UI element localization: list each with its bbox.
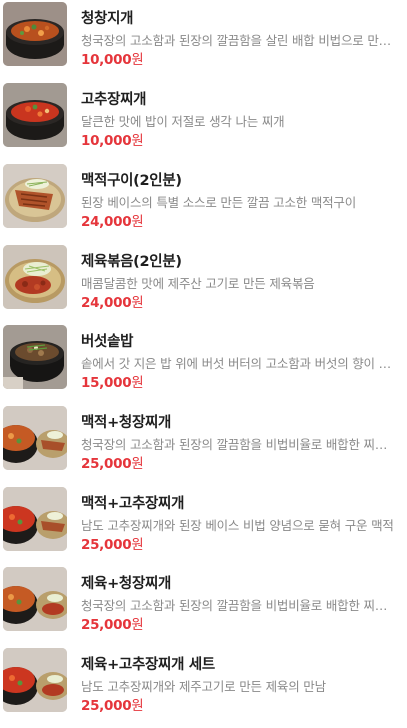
menu-item-cheongjang-jjigae[interactable]: 청창지개 청국장의 고소함과 된장의 깔끔함을 살린 배합 비법으로 만든 찌개… xyxy=(0,2,407,82)
menu-list: 청창지개 청국장의 고소함과 된장의 깔끔함을 살린 배합 비법으로 만든 찌개… xyxy=(0,0,407,715)
set-meal-image xyxy=(3,406,67,470)
menu-item-description: 솥에서 갓 지은 밥 위에 버섯 버터의 고소함과 버섯의 향이 어우러진 솥밥 xyxy=(81,356,397,371)
menu-item-description: 청국장의 고소함과 된장의 깔끔함을 비법비율로 배합한 찌개와 맥적 xyxy=(81,437,397,452)
menu-item-description: 청국장의 고소함과 된장의 깔끔함을 비법비율로 배합한 찌개와 제육 xyxy=(81,598,397,613)
menu-item-name: 버섯솥밥 xyxy=(81,334,134,350)
set-meal-image xyxy=(3,487,67,551)
menu-item-price: 25,000원 xyxy=(81,617,144,633)
menu-item-beoseot-sotbap[interactable]: 버섯솥밥 솥에서 갓 지은 밥 위에 버섯 버터의 고소함과 버섯의 향이 어우… xyxy=(0,325,407,405)
menu-item-price: 25,000원 xyxy=(81,537,144,553)
menu-item-jeyuk-gochujang-set[interactable]: 제육+고추장찌개 세트 남도 고추장찌개와 제주고기로 만든 제육의 만남 25… xyxy=(0,648,407,728)
menu-item-price: 25,000원 xyxy=(81,698,144,714)
menu-item-description: 남도 고추장찌개와 제주고기로 만든 제육의 만남 xyxy=(81,679,326,694)
spicy-pork-plate-image xyxy=(3,245,67,309)
menu-item-description: 매콤달콤한 맛에 제주산 고기로 만든 제육볶음 xyxy=(81,276,315,291)
menu-item-gochujang-jjigae[interactable]: 고추장찌개 달큰한 맛에 밥이 저절로 생각 나는 찌개 10,000원 xyxy=(0,83,407,163)
stew-bowl-image xyxy=(3,2,67,66)
menu-item-description: 청국장의 고소함과 된장의 깔끔함을 살린 배합 비법으로 만든 찌개 xyxy=(81,33,397,48)
menu-item-description: 된장 베이스의 특별 소스로 만든 깔끔 고소한 맥적구이 xyxy=(81,195,357,210)
menu-item-name: 청창지개 xyxy=(81,11,134,27)
menu-item-maekjeok-gui[interactable]: 맥적구이(2인분) 된장 베이스의 특별 소스로 만든 깔끔 고소한 맥적구이 … xyxy=(0,164,407,244)
stew-bowl-image xyxy=(3,83,67,147)
menu-item-maekjeok-cheongjang-set[interactable]: 맥적+청장찌개 청국장의 고소함과 된장의 깔끔함을 비법비율로 배합한 찌개와… xyxy=(0,406,407,486)
menu-item-description: 남도 고추장찌개와 된장 베이스 비법 양념으로 묻혀 구운 맥적 xyxy=(81,518,394,533)
menu-item-name: 제육볶음(2인분) xyxy=(81,254,182,270)
menu-item-price: 24,000원 xyxy=(81,295,144,311)
menu-item-name: 맥적구이(2인분) xyxy=(81,173,182,189)
menu-item-name: 제육+고추장찌개 세트 xyxy=(81,657,215,673)
menu-item-jeyuk-cheongjang-set[interactable]: 제육+청장찌개 청국장의 고소함과 된장의 깔끔함을 비법비율로 배합한 찌개와… xyxy=(0,567,407,647)
menu-item-name: 제육+청장찌개 xyxy=(81,576,172,592)
mushroom-pot-rice-image xyxy=(3,325,67,389)
menu-item-price: 25,000원 xyxy=(81,456,144,472)
set-meal-image xyxy=(3,648,67,712)
menu-item-price: 10,000원 xyxy=(81,52,144,68)
menu-item-price: 10,000원 xyxy=(81,133,144,149)
menu-item-name: 고추장찌개 xyxy=(81,92,147,108)
menu-item-maekjeok-gochujang-set[interactable]: 맥적+고추장찌개 남도 고추장찌개와 된장 베이스 비법 양념으로 묻혀 구운 … xyxy=(0,487,407,567)
menu-item-name: 맥적+청장찌개 xyxy=(81,415,172,431)
menu-item-description: 달큰한 맛에 밥이 저절로 생각 나는 찌개 xyxy=(81,114,285,129)
menu-item-price: 24,000원 xyxy=(81,214,144,230)
menu-item-jeyuk-bokkeum[interactable]: 제육볶음(2인분) 매콤달콤한 맛에 제주산 고기로 만든 제육볶음 24,00… xyxy=(0,245,407,325)
menu-item-name: 맥적+고추장찌개 xyxy=(81,496,185,512)
set-meal-image xyxy=(3,567,67,631)
menu-item-price: 15,000원 xyxy=(81,375,144,391)
grilled-pork-plate-image xyxy=(3,164,67,228)
